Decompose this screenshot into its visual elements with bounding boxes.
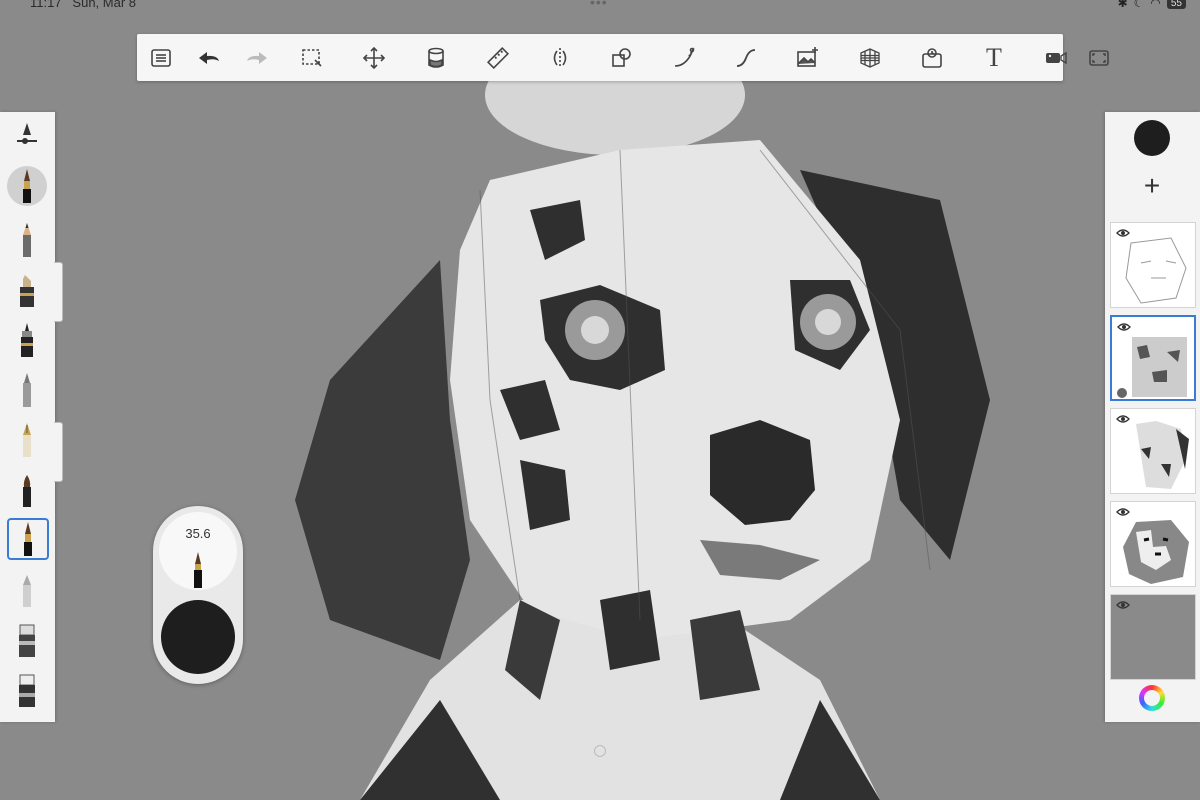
redo-icon[interactable] — [233, 34, 281, 81]
text-tool-label: T — [986, 42, 1002, 72]
fullscreen-icon[interactable] — [1087, 34, 1111, 81]
moon-icon: ☾ — [1133, 0, 1145, 10]
toolbar-tools-group: T — [281, 34, 1087, 81]
symmetry-icon[interactable] — [529, 34, 591, 81]
fountain-pen-icon[interactable] — [7, 420, 47, 460]
list-icon[interactable] — [137, 34, 185, 81]
paint-brush-icon[interactable] — [7, 166, 47, 206]
brush-palette — [0, 112, 55, 722]
layer-2-thumbnail — [1117, 337, 1187, 398]
curve-icon[interactable] — [653, 34, 715, 81]
color-puck[interactable] — [161, 600, 235, 674]
brush-palette-tab-top[interactable] — [54, 262, 63, 322]
selection-icon[interactable] — [281, 34, 343, 81]
color-wheel-icon[interactable] — [1139, 685, 1165, 711]
top-toolbar: T — [137, 34, 1109, 81]
layer-thumbnail-1[interactable] — [1110, 222, 1196, 308]
eraser-icon[interactable] — [7, 620, 47, 660]
battery-indicator: 55 — [1166, 0, 1186, 9]
add-layer-button[interactable]: + — [1134, 170, 1170, 202]
brush-settings-icon[interactable] — [7, 116, 47, 156]
brush-palette-tab-bottom[interactable] — [54, 422, 63, 482]
bluetooth-icon: ✱ — [1117, 0, 1128, 10]
brush-puck: 35.6 — [153, 506, 243, 684]
timelapse-icon[interactable] — [901, 34, 963, 81]
status-icons: ✱ ☾ ◠ 55 — [1118, 0, 1186, 10]
video-icon[interactable] — [1025, 34, 1087, 81]
layer-thumbnail-3[interactable] — [1110, 408, 1196, 494]
perspective-grid-icon[interactable] — [839, 34, 901, 81]
hard-eraser-icon[interactable] — [7, 670, 47, 710]
ballpoint-icon[interactable] — [7, 370, 47, 410]
text-icon[interactable]: T — [963, 34, 1025, 81]
pencil-icon[interactable] — [7, 220, 47, 260]
layer-4-thumbnail — [1123, 520, 1189, 584]
undo-icon[interactable] — [185, 34, 233, 81]
layer-thumbnail-5[interactable] — [1110, 594, 1196, 680]
flat-brush-icon[interactable] — [7, 470, 47, 510]
current-color-swatch[interactable] — [1134, 120, 1170, 156]
shapes-icon[interactable] — [591, 34, 653, 81]
layer-3-thumbnail — [1136, 421, 1189, 489]
status-datetime: 11:17 Sun, Mar 8 — [30, 0, 136, 10]
sketch-lines-thumbnail — [1125, 237, 1187, 304]
layer-panel: + — [1105, 112, 1200, 722]
marker-icon[interactable] — [7, 270, 47, 310]
canvas-center-marker — [594, 745, 606, 757]
stroke-icon[interactable] — [715, 34, 777, 81]
soft-eraser-icon[interactable] — [7, 570, 47, 610]
layer-thumbnail-4[interactable] — [1110, 501, 1196, 587]
ruler-icon[interactable] — [467, 34, 529, 81]
toolbar-history-group — [137, 34, 281, 81]
layer-thumbnail-2[interactable] — [1110, 315, 1196, 401]
brush-size-puck[interactable]: 35.6 — [159, 512, 237, 590]
ink-pen-icon[interactable] — [7, 320, 47, 360]
paint-brush-icon — [194, 552, 202, 588]
multitask-handle[interactable]: ••• — [590, 0, 608, 10]
status-date: Sun, Mar 8 — [72, 0, 137, 10]
brush-size-value: 35.6 — [185, 526, 211, 541]
paint-brush-selected-icon[interactable] — [7, 518, 49, 560]
move-icon[interactable] — [343, 34, 405, 81]
image-add-icon[interactable] — [777, 34, 839, 81]
status-time: 11:17 — [30, 0, 62, 10]
fill-bucket-icon[interactable] — [405, 34, 467, 81]
wifi-icon: ◠ — [1150, 0, 1161, 10]
eye-icon[interactable] — [1116, 600, 1130, 610]
